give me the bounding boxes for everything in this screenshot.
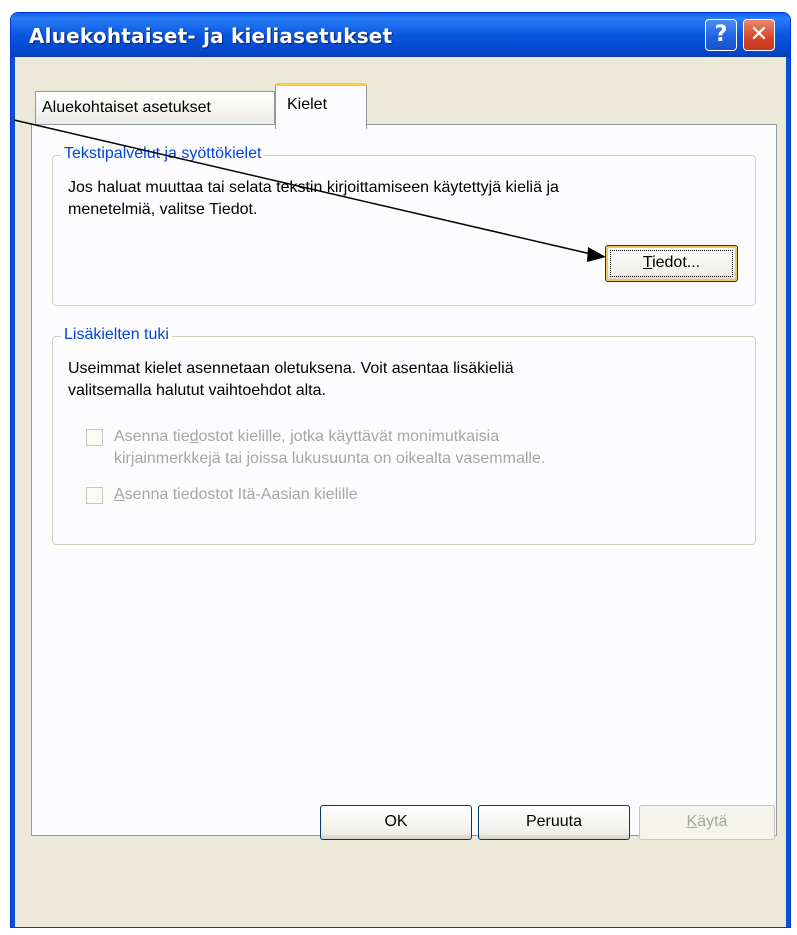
- text-services-group: Tekstipalvelut ja syöttökielet Jos halua…: [52, 145, 756, 306]
- apply-button[interactable]: Käytä: [639, 805, 775, 840]
- window-title: Aluekohtaiset- ja kieliasetukset: [29, 24, 393, 48]
- east-asian-label: Asenna tiedostot Itä-Aasian kielille: [114, 486, 358, 503]
- east-asian-checkbox[interactable]: [86, 487, 103, 504]
- supplemental-description-line1: Useimmat kielet asennetaan oletuksena. V…: [68, 360, 514, 377]
- window-left-border: [11, 57, 15, 927]
- supplemental-description-line2: valitsemalla halutut vaihtoehdot alta.: [68, 382, 326, 399]
- languages-tab-panel: Tekstipalvelut ja syöttökielet Jos halua…: [31, 124, 777, 836]
- help-button[interactable]: ?: [705, 19, 737, 51]
- dialog-window: Aluekohtaiset- ja kieliasetukset ? ✕ Alu…: [10, 12, 791, 928]
- complex-script-checkbox[interactable]: [86, 429, 103, 446]
- text-services-description-line2: menetelmiä, valitse Tiedot.: [68, 201, 258, 218]
- tab-regional-options[interactable]: Aluekohtaiset asetukset: [35, 91, 275, 124]
- cancel-button[interactable]: Peruuta: [478, 805, 630, 840]
- complex-script-label-line2: kirjainmerkkejä tai joissa lukusuunta on…: [114, 450, 546, 467]
- details-button[interactable]: Tiedot...: [605, 245, 738, 282]
- complex-script-checkbox-row[interactable]: Asenna tiedostot kielille, jotka käyttäv…: [86, 426, 746, 472]
- help-icon: ?: [714, 22, 728, 47]
- apply-button-accel: K: [686, 813, 698, 830]
- supplemental-group-label: Lisäkielten tuki: [61, 326, 172, 344]
- text-services-group-label: Tekstipalvelut ja syöttökielet: [61, 145, 265, 163]
- complex-script-label-line1: Asenna tiedostot kielille, jotka käyttäv…: [114, 428, 500, 445]
- details-button-accel: T: [642, 254, 653, 271]
- tab-languages[interactable]: Kielet: [275, 83, 367, 129]
- supplemental-language-group: Lisäkielten tuki Useimmat kielet asennet…: [52, 326, 756, 545]
- close-icon: ✕: [749, 22, 769, 47]
- details-button-label: iedot...: [652, 254, 701, 271]
- title-bar[interactable]: Aluekohtaiset- ja kieliasetukset ? ✕: [11, 13, 790, 57]
- ok-button[interactable]: OK: [320, 805, 472, 840]
- close-button[interactable]: ✕: [743, 19, 775, 51]
- east-asian-checkbox-row[interactable]: Asenna tiedostot Itä-Aasian kielille: [86, 484, 486, 508]
- window-right-border: [786, 57, 790, 927]
- apply-button-label: äytä: [697, 813, 728, 830]
- text-services-description-line1: Jos haluat muuttaa tai selata tekstin ki…: [68, 179, 559, 196]
